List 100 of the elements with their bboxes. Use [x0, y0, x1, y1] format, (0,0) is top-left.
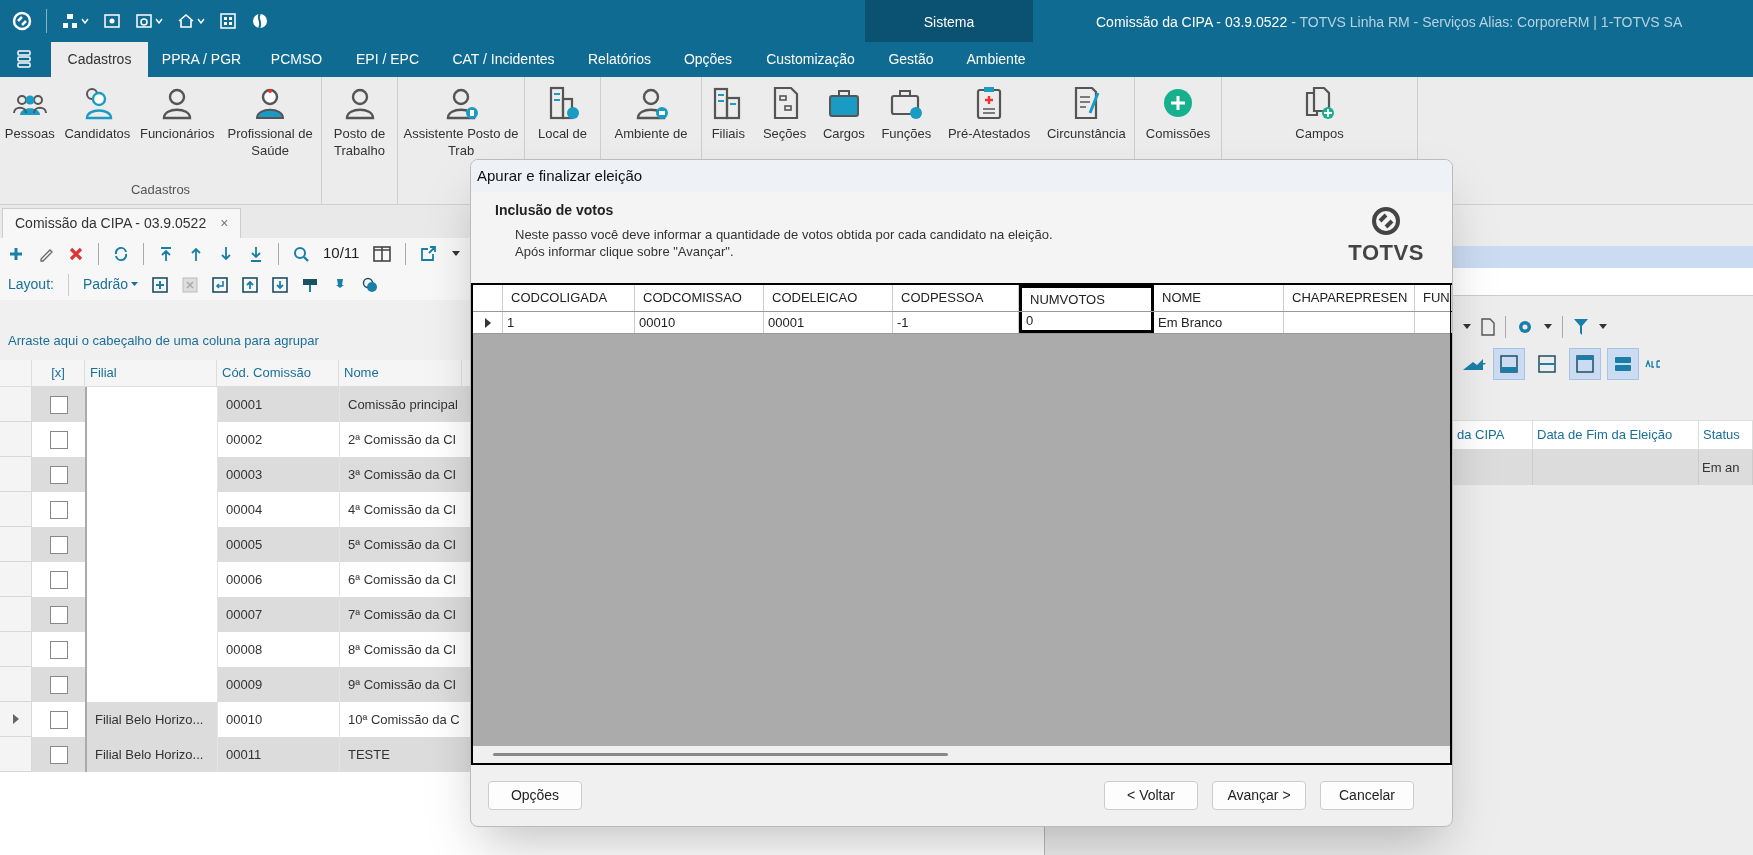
column-header[interactable]: [x]	[32, 360, 85, 386]
column-header[interactable]: Data de Fim da Eleição	[1533, 421, 1699, 449]
first-record-icon[interactable]	[158, 245, 174, 262]
column-header[interactable]: Nome	[339, 360, 462, 386]
column-header[interactable]: CODELEICAO	[764, 285, 893, 311]
menu-tab[interactable]: Ambiente	[948, 42, 1044, 77]
grid-cell[interactable]: 00010	[635, 312, 764, 333]
panel-top-icon[interactable]	[1574, 353, 1596, 375]
caret-icon[interactable]	[1544, 324, 1552, 330]
delete-icon[interactable]	[68, 245, 84, 262]
row-indicator-cell[interactable]	[0, 527, 32, 562]
split-rows-icon[interactable]	[1536, 353, 1558, 375]
menu-tab[interactable]: Cadastros	[51, 42, 148, 77]
row-checkbox[interactable]	[49, 430, 68, 449]
dialog-button[interactable]: Opções	[488, 781, 582, 810]
ribbon-button[interactable]: Seções	[760, 85, 809, 142]
search-icon[interactable]	[293, 245, 309, 262]
ribbon-button[interactable]: Circunstância	[1044, 85, 1128, 142]
column-header[interactable]: CODPESSOA	[893, 285, 1019, 311]
ribbon-button[interactable]: Pessoas	[2, 85, 57, 142]
row-indicator-cell[interactable]	[0, 457, 32, 492]
ribbon-button[interactable]: Funcionários	[137, 85, 217, 142]
row-checkbox[interactable]	[49, 675, 68, 694]
ribbon-button[interactable]: Cargos	[820, 85, 867, 142]
ribbon-button[interactable]: Ambiente de	[612, 85, 690, 142]
row-checkbox[interactable]	[49, 535, 68, 554]
row-indicator-cell[interactable]	[0, 562, 32, 597]
column-header[interactable]: NOME	[1154, 285, 1284, 311]
arrow-down-icon[interactable]	[218, 245, 234, 262]
area-chart-icon[interactable]	[1461, 357, 1487, 371]
row-indicator-cell[interactable]	[0, 667, 32, 702]
add-icon[interactable]	[8, 245, 24, 262]
panel-bottom-icon[interactable]	[1498, 353, 1520, 375]
document-icon[interactable]	[1481, 318, 1495, 336]
column-header[interactable]: Cód. Comissão	[217, 360, 339, 386]
dialog-button[interactable]: < Voltar	[1104, 781, 1198, 810]
column-header[interactable]: CODCOLIGADA	[503, 285, 635, 311]
horizontal-scrollbar[interactable]	[473, 746, 1450, 763]
menu-tab[interactable]: Relatórios	[570, 42, 669, 77]
document-tab[interactable]: Comissão da CIPA - 03.9.0522 ×	[2, 208, 242, 238]
filter-icon[interactable]	[1573, 318, 1589, 336]
grid-cell[interactable]: -1	[893, 312, 1019, 333]
ribbon-button[interactable]: Local de	[535, 85, 590, 142]
upload-icon[interactable]	[242, 276, 259, 293]
grid-cell[interactable]: 00001	[764, 312, 893, 333]
last-record-icon[interactable]	[248, 245, 264, 262]
home-icon[interactable]	[177, 12, 195, 30]
row-indicator-cell[interactable]	[0, 702, 32, 737]
ribbon-button[interactable]: Pré-Atestados	[945, 85, 1033, 142]
shapes-icon[interactable]	[362, 276, 379, 293]
remove-row-icon[interactable]	[182, 276, 199, 293]
caret-icon[interactable]	[1463, 324, 1471, 330]
ribbon-button[interactable]: Assistente Posto de Trab	[398, 85, 524, 159]
return-icon[interactable]	[212, 276, 229, 293]
column-header[interactable]: Filial	[85, 360, 217, 386]
row-indicator-cell[interactable]	[0, 492, 32, 527]
hierarchy-icon[interactable]	[61, 12, 79, 30]
caret-icon[interactable]	[81, 18, 89, 24]
ribbon-button[interactable]: Campos	[1293, 85, 1346, 142]
grid-cell[interactable]: Em Branco	[1154, 312, 1284, 333]
split-view-icon[interactable]	[373, 245, 392, 262]
caret-icon[interactable]	[155, 18, 163, 24]
row-checkbox[interactable]	[49, 640, 68, 659]
menu-tab[interactable]: Customização	[747, 42, 874, 77]
caret-icon[interactable]	[452, 250, 461, 257]
caret-icon[interactable]	[197, 18, 205, 24]
download-icon[interactable]	[272, 276, 289, 293]
row-checkbox[interactable]	[49, 605, 68, 624]
row-indicator-cell[interactable]	[0, 597, 32, 632]
row-indicator-cell[interactable]	[0, 632, 32, 667]
column-header[interactable]: Status	[1699, 421, 1753, 449]
ribbon-button[interactable]: Candidatos	[62, 85, 133, 142]
menu-tab[interactable]: PCMSO	[255, 42, 338, 77]
row-checkbox[interactable]	[49, 500, 68, 519]
caret-icon[interactable]	[1599, 324, 1607, 330]
menu-tab[interactable]: PPRA / PGR	[148, 42, 255, 77]
globe-icon[interactable]	[251, 12, 269, 30]
row-indicator-cell[interactable]	[0, 387, 32, 422]
dialog-button[interactable]: Cancelar	[1320, 781, 1414, 810]
grid-icon[interactable]	[219, 12, 237, 30]
menu-tab[interactable]: Gestão	[874, 42, 948, 77]
ribbon-button[interactable]: Filiais	[708, 85, 749, 142]
export-icon[interactable]	[420, 245, 439, 262]
column-header[interactable]: FUN	[1415, 285, 1452, 311]
row-indicator-cell[interactable]	[0, 737, 32, 772]
dialog-button[interactable]: Avançar >	[1212, 781, 1306, 810]
menu-tab[interactable]: EPI / EPC	[338, 42, 437, 77]
ribbon-button[interactable]: Funções	[879, 85, 934, 142]
row-checkbox[interactable]	[49, 465, 68, 484]
grid-cell[interactable]: 0	[1019, 312, 1154, 333]
row-checkbox[interactable]	[49, 710, 68, 729]
refresh-icon[interactable]	[113, 245, 129, 262]
add-row-icon[interactable]	[152, 276, 169, 293]
menu-tab[interactable]: CAT / Incidentes	[437, 42, 570, 77]
grid-cell[interactable]: 1	[503, 312, 635, 333]
column-header[interactable]: CODCOMISSAO	[635, 285, 764, 311]
close-tab-button[interactable]: ×	[220, 213, 229, 234]
ribbon-button[interactable]: Comissões	[1143, 85, 1213, 142]
row-checkbox[interactable]	[49, 395, 68, 414]
ribbon-button[interactable]: Posto de Trabalho	[322, 85, 397, 159]
